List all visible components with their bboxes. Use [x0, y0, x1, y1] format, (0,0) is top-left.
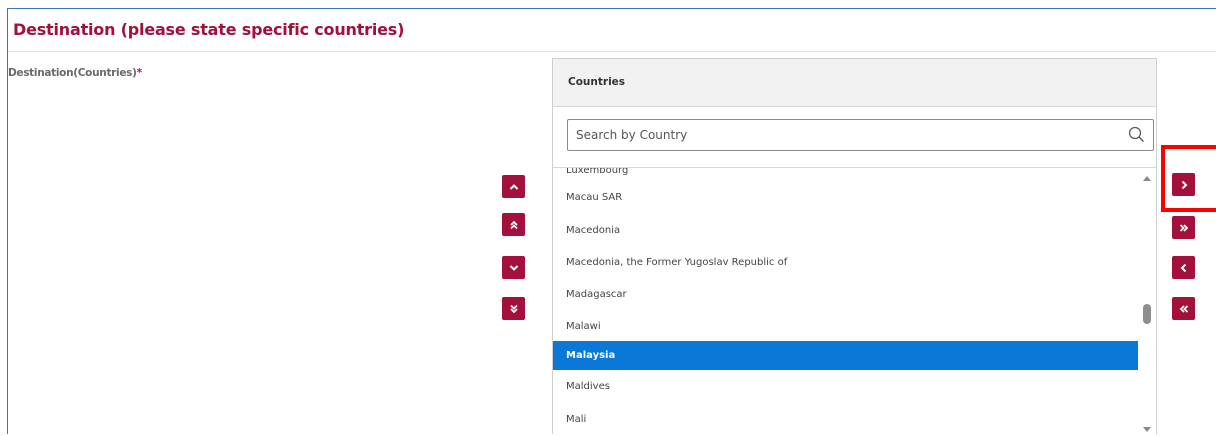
list-item[interactable]: Macedonia	[553, 216, 1138, 245]
search-icon[interactable]	[1128, 126, 1145, 143]
scroll-down-arrow-icon[interactable]	[1143, 427, 1151, 433]
double-chevron-up-icon	[509, 220, 518, 229]
section-header: Destination (please state specific count…	[8, 9, 1216, 52]
move-to-bottom-button[interactable]	[502, 297, 525, 320]
list-item[interactable]: Malawi	[553, 312, 1138, 341]
chevron-up-icon	[509, 183, 518, 190]
double-chevron-down-icon	[509, 304, 518, 313]
scroll-thumb[interactable]	[1143, 304, 1151, 324]
double-chevron-left-icon	[1179, 304, 1188, 313]
countries-list[interactable]: Luxembourg Macau SAR Macedonia Macedonia…	[553, 167, 1156, 436]
list-item[interactable]: Madagascar	[553, 280, 1138, 309]
section-title: Destination (please state specific count…	[13, 20, 405, 39]
double-chevron-right-icon	[1179, 223, 1188, 232]
chevron-down-icon	[509, 264, 518, 271]
field-label-text: Destination(Countries)	[8, 67, 137, 79]
move-up-button[interactable]	[502, 175, 525, 198]
countries-panel-header: Countries	[553, 59, 1156, 107]
destination-field-label: Destination(Countries)*	[8, 67, 142, 79]
required-marker: *	[136, 67, 143, 79]
countries-panel-title: Countries	[568, 76, 626, 88]
countries-panel: Countries Luxembourg Macau SAR Macedonia…	[552, 58, 1157, 436]
chevron-left-icon	[1180, 263, 1186, 272]
list-item[interactable]: Macau SAR	[553, 183, 1138, 212]
list-scrollbar[interactable]	[1138, 168, 1156, 436]
list-item[interactable]: Macedonia, the Former Yugoslav Republic …	[553, 248, 1138, 277]
move-to-top-button[interactable]	[502, 213, 525, 236]
highlight-annotation-box	[1161, 145, 1216, 212]
move-down-button[interactable]	[502, 256, 525, 279]
list-item-selected[interactable]: Malaysia	[553, 341, 1138, 370]
list-item[interactable]: Luxembourg	[553, 168, 1138, 178]
list-item[interactable]: Mali	[553, 405, 1138, 434]
list-item[interactable]: Maldives	[553, 372, 1138, 401]
move-selected-left-button[interactable]	[1172, 256, 1195, 279]
move-all-left-button[interactable]	[1172, 297, 1195, 320]
scroll-up-arrow-icon[interactable]	[1143, 175, 1151, 181]
search-input[interactable]	[568, 120, 1116, 150]
move-all-right-button[interactable]	[1172, 216, 1195, 239]
search-box	[567, 119, 1154, 151]
